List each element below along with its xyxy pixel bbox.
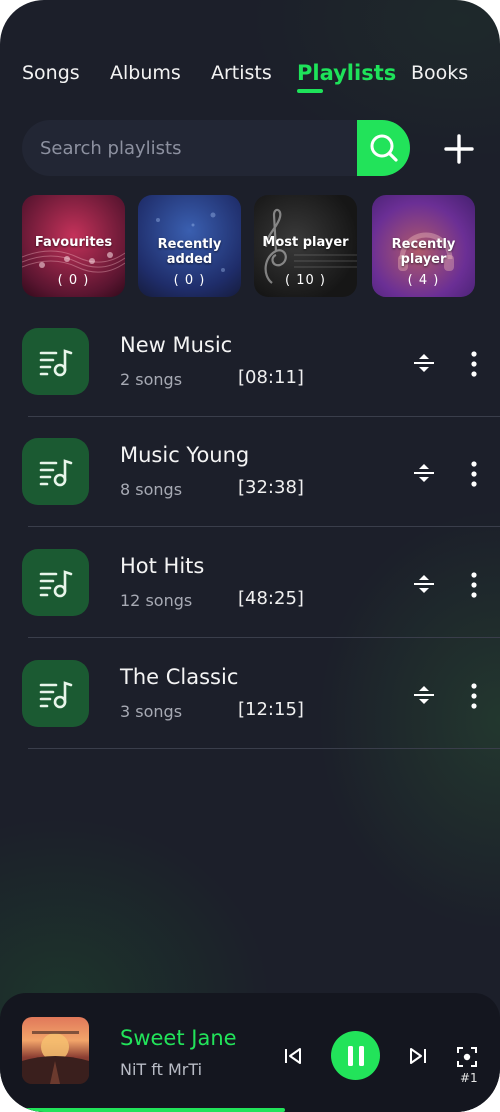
playlist-icon	[22, 660, 89, 727]
progress-fill	[0, 1108, 285, 1112]
skip-previous-icon	[282, 1045, 304, 1067]
reorder-handle[interactable]	[411, 682, 437, 708]
now-playing-title: Sweet Jane	[120, 1026, 237, 1050]
app-screen: Songs Albums Artists Playlists Books Sea…	[0, 0, 500, 1112]
playlist-row[interactable]: New Music 2 songs [08:11]	[0, 328, 500, 439]
search-bar	[22, 120, 410, 176]
more-options-button[interactable]	[462, 571, 486, 599]
next-track-button[interactable]	[405, 1043, 431, 1069]
more-vertical-icon	[470, 572, 478, 598]
playlist-row[interactable]: Hot Hits 12 songs [48:25]	[0, 549, 500, 660]
category-tabs: Songs Albums Artists Playlists Books	[0, 61, 500, 102]
drag-handle-icon	[412, 351, 436, 375]
divider	[28, 748, 500, 749]
previous-track-button[interactable]	[280, 1043, 306, 1069]
playlist-title: Hot Hits	[120, 554, 205, 578]
tile-count: ( 0 )	[173, 273, 206, 288]
drag-handle-icon	[412, 683, 436, 707]
tile-label-line2: player	[400, 252, 447, 267]
drag-handle-icon	[412, 461, 436, 485]
divider	[28, 416, 500, 417]
playlist-row[interactable]: Music Young 8 songs [32:38]	[0, 438, 500, 549]
mini-player[interactable]: Sweet Jane NiT ft MrTi #1	[0, 993, 500, 1112]
playlist-duration: [08:11]	[238, 367, 304, 388]
reorder-handle[interactable]	[411, 460, 437, 486]
sunset-artwork-icon	[22, 1031, 89, 1084]
more-vertical-icon	[470, 683, 478, 709]
tile-label-line1: Recently	[157, 237, 222, 252]
playlist-title: Music Young	[120, 443, 250, 467]
playlist-song-count: 8 songs	[120, 480, 183, 499]
add-playlist-button[interactable]	[438, 128, 480, 170]
playlist-title: The Classic	[120, 665, 239, 689]
playlist-duration: [12:15]	[238, 699, 304, 720]
focus-frame-icon	[456, 1046, 478, 1068]
tile-label: Favourites	[34, 235, 113, 250]
more-vertical-icon	[470, 351, 478, 377]
playlist-icon	[22, 549, 89, 616]
plus-icon	[444, 134, 474, 164]
more-options-button[interactable]	[462, 460, 486, 488]
playback-progress[interactable]	[0, 1108, 500, 1112]
tile-count: ( 0 )	[57, 273, 90, 288]
playlist-duration: [48:25]	[238, 588, 304, 609]
playlist-song-count: 12 songs	[120, 591, 193, 610]
more-options-button[interactable]	[462, 350, 486, 378]
pause-icon	[345, 1044, 367, 1068]
divider	[28, 526, 500, 527]
tile-recently-added[interactable]: Recently added ( 0 )	[138, 195, 241, 297]
tile-label-line1: Recently	[391, 237, 456, 252]
search-button[interactable]	[357, 120, 410, 176]
pause-button[interactable]	[331, 1031, 380, 1080]
search-icon	[367, 131, 401, 165]
tile-label: Recently added	[138, 237, 241, 267]
tile-recently-player[interactable]: Recently player ( 4 )	[372, 195, 475, 297]
tab-playlists[interactable]: Playlists	[297, 61, 396, 85]
tab-artists[interactable]: Artists	[211, 62, 272, 84]
tile-most-player[interactable]: Most player ( 10 )	[254, 195, 357, 297]
playlist-icon	[22, 438, 89, 505]
more-options-button[interactable]	[462, 682, 486, 710]
tab-books[interactable]: Books	[411, 62, 468, 84]
reorder-handle[interactable]	[411, 350, 437, 376]
playlist-title: New Music	[120, 333, 233, 357]
drag-handle-icon	[412, 572, 436, 596]
active-tab-indicator	[297, 89, 323, 93]
more-vertical-icon	[470, 461, 478, 487]
tab-songs[interactable]: Songs	[22, 62, 80, 84]
album-art	[22, 1017, 89, 1084]
now-playing-artist: NiT ft MrTi	[120, 1060, 203, 1079]
tile-favourites[interactable]: Favourites ( 0 )	[22, 195, 125, 297]
tile-count: ( 4 )	[407, 273, 440, 288]
playlist-song-count: 2 songs	[120, 370, 183, 389]
playlist-song-count: 3 songs	[120, 702, 183, 721]
queue-button[interactable]	[455, 1045, 479, 1069]
queue-position: #1	[460, 1071, 478, 1085]
skip-next-icon	[407, 1045, 429, 1067]
playlist-icon	[22, 328, 89, 395]
search-input[interactable]	[40, 120, 360, 176]
reorder-handle[interactable]	[411, 571, 437, 597]
divider	[28, 637, 500, 638]
tile-label-line2: added	[166, 252, 213, 267]
playlist-duration: [32:38]	[238, 477, 304, 498]
tile-label: Most player	[262, 235, 349, 250]
tile-label: Recently player	[372, 237, 475, 267]
tab-albums[interactable]: Albums	[110, 62, 181, 84]
tile-count: ( 10 )	[285, 273, 326, 288]
playlist-row[interactable]: The Classic 3 songs [12:15]	[0, 660, 500, 771]
